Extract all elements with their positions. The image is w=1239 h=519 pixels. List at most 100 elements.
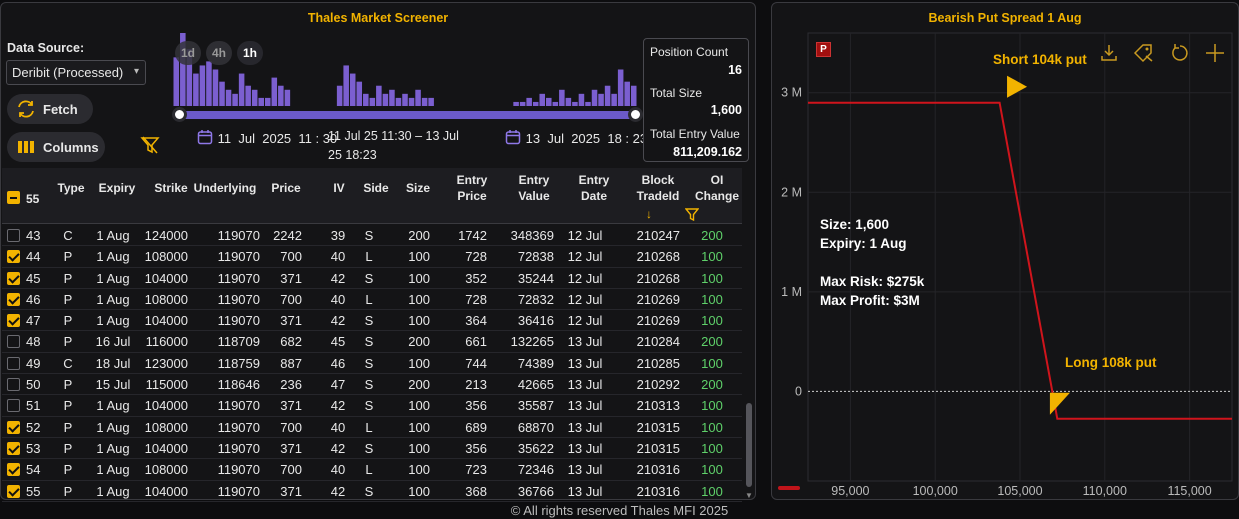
row-checkbox[interactable] (7, 335, 20, 349)
col-header-price[interactable]: Price (264, 180, 308, 196)
cell-id: 46 (26, 291, 41, 307)
clear-filter-icon[interactable] (140, 136, 160, 159)
histogram-bar (617, 69, 624, 106)
cell-type: P (63, 462, 73, 478)
table-row[interactable]: 52 P 1 Aug 108000 119070 700 40 L 100 689 68870 13 … (2, 417, 742, 438)
stats-box: Position Count 16 Total Size 1,600 Total… (643, 38, 749, 162)
cell-entry-date: 12 Jul (567, 270, 603, 286)
crosshair-icon[interactable] (1205, 43, 1225, 68)
table-row[interactable]: 54 P 1 Aug 108000 119070 700 40 L 100 723 72346 13 … (2, 459, 742, 481)
row-checkbox[interactable] (7, 420, 20, 434)
cell-type: P (63, 249, 73, 265)
table-row[interactable]: 50 P 15 Jul 115000 118646 236 47 S 200 213 42665 13… (2, 374, 742, 396)
cell-size: 100 (408, 419, 430, 435)
filter-icon[interactable] (684, 208, 700, 226)
table-row[interactable]: 43 C 1 Aug 124000 119070 2242 39 S 200 1742 348369… (2, 225, 742, 247)
col-header-expiry[interactable]: Expiry (92, 180, 142, 196)
cell-expiry: 1 Aug (96, 270, 130, 286)
table-row[interactable]: 53 P 1 Aug 104000 119070 371 42 S 100 356 35622 13 … (2, 438, 742, 460)
histogram-bar (349, 73, 356, 106)
row-checkbox[interactable] (7, 378, 20, 392)
series-legend-swatch[interactable] (778, 486, 800, 490)
range-button-4h[interactable]: 4h (206, 41, 232, 65)
histogram-bar (513, 101, 519, 106)
row-checkbox[interactable] (7, 271, 20, 285)
cell-entry-value: 35622 (517, 440, 554, 456)
row-checkbox[interactable] (7, 463, 20, 477)
cell-entry-date: 13 Jul (567, 377, 603, 393)
col-header-entry-price[interactable]: Entry Price (450, 172, 494, 204)
row-checkbox[interactable] (7, 356, 20, 370)
cell-underlying: 119070 (217, 398, 260, 414)
cell-underlying: 119070 (217, 483, 260, 499)
cell-entry-price: 213 (465, 377, 487, 393)
table-row[interactable]: 48 P 16 Jul 116000 118709 682 45 S 200 661 132265 1… (2, 331, 742, 353)
col-header-strike[interactable]: Strike (148, 180, 194, 196)
cell-entry-value: 68870 (517, 419, 554, 435)
row-checkbox[interactable] (7, 292, 20, 306)
table-row[interactable]: 51 P 1 Aug 104000 119070 371 42 S 100 356 35587 13 … (2, 395, 742, 417)
reset-icon[interactable] (1170, 43, 1190, 68)
sort-desc-icon[interactable]: ↓ (646, 206, 652, 222)
histogram-bar (232, 93, 238, 106)
cell-iv: 40 (330, 249, 346, 265)
cell-size: 200 (408, 228, 430, 243)
cell-strike: 104000 (144, 483, 188, 499)
cell-iv: 42 (330, 313, 346, 329)
cell-entry-price: 364 (465, 313, 487, 329)
col-header-entry-date[interactable]: Entry Date (572, 172, 616, 204)
columns-icon (15, 140, 37, 154)
table-row[interactable]: 46 P 1 Aug 108000 119070 700 40 L 100 728 72832 12 … (2, 289, 742, 311)
cell-type: P (63, 398, 73, 414)
histogram-bar (591, 89, 598, 106)
table-scrollbar[interactable]: ▼ (744, 225, 754, 501)
tag-icon[interactable] (1132, 43, 1154, 68)
cell-price: 371 (280, 313, 302, 329)
histogram-bar (624, 81, 630, 106)
scroll-down-icon[interactable]: ▼ (745, 491, 753, 500)
row-checkbox[interactable] (7, 441, 20, 455)
row-checkbox[interactable] (7, 229, 20, 242)
fetch-button[interactable]: Fetch (7, 94, 93, 124)
col-header-entry-value[interactable]: Entry Value (512, 172, 556, 204)
start-date-field[interactable]: 11 Jul 2025 11 : 30 (175, 126, 337, 150)
histogram-bar (284, 89, 291, 106)
col-header-side[interactable]: Side (356, 180, 396, 196)
cell-entry-date: 13 Jul (567, 398, 603, 414)
cell-side: S (364, 398, 374, 414)
histogram-bar (421, 97, 428, 106)
download-icon[interactable] (1099, 43, 1119, 68)
col-header-oi-change[interactable]: OI Change (692, 172, 742, 204)
slider-end-handle[interactable] (628, 107, 643, 122)
cell-price: 887 (280, 355, 302, 371)
table-row[interactable]: 49 C 18 Jul 123000 118759 887 46 S 100 744 74389 13… (2, 353, 742, 375)
col-header-type[interactable]: Type (56, 180, 86, 196)
range-buttons: 1d 4h 1h (175, 41, 263, 65)
table-row[interactable]: 55 P 1 Aug 104000 119070 371 42 S 100 368 36766 13 … (2, 481, 742, 502)
scrollbar-thumb[interactable] (746, 403, 752, 487)
col-header-size[interactable]: Size (400, 180, 436, 196)
end-date-field[interactable]: 13 Jul 2025 18 : 23 (483, 126, 647, 150)
row-checkbox[interactable] (7, 484, 20, 498)
histogram-bar (598, 93, 604, 106)
y-tick-label: 3 M (781, 86, 802, 100)
table-row[interactable]: 47 P 1 Aug 104000 119070 371 42 S 100 364 36416 12 … (2, 310, 742, 332)
cell-side: L (365, 462, 373, 478)
col-header-block-tradeid[interactable]: Block TradeId (630, 172, 686, 204)
table-row[interactable]: 44 P 1 Aug 108000 119070 700 40 L 100 728 72838 12 … (2, 246, 742, 268)
calendar-icon (483, 114, 521, 163)
select-all-checkbox[interactable] (7, 191, 20, 204)
range-button-1h[interactable]: 1h (237, 41, 263, 65)
col-header-underlying[interactable]: Underlying (190, 180, 260, 196)
row-checkbox[interactable] (7, 250, 20, 264)
cell-expiry: 1 Aug (96, 462, 130, 478)
col-header-iv[interactable]: IV (324, 180, 354, 196)
columns-button[interactable]: Columns (7, 132, 105, 162)
data-source-select[interactable]: Deribit (Processed) ▾ (6, 60, 146, 85)
table-row[interactable]: 45 P 1 Aug 104000 119070 371 42 S 100 352 35244 12 … (2, 268, 742, 289)
date-range-slider[interactable] (179, 111, 635, 119)
histogram-bar (193, 73, 199, 106)
range-button-1d[interactable]: 1d (175, 41, 201, 65)
row-checkbox[interactable] (7, 399, 20, 413)
row-checkbox[interactable] (7, 314, 20, 328)
